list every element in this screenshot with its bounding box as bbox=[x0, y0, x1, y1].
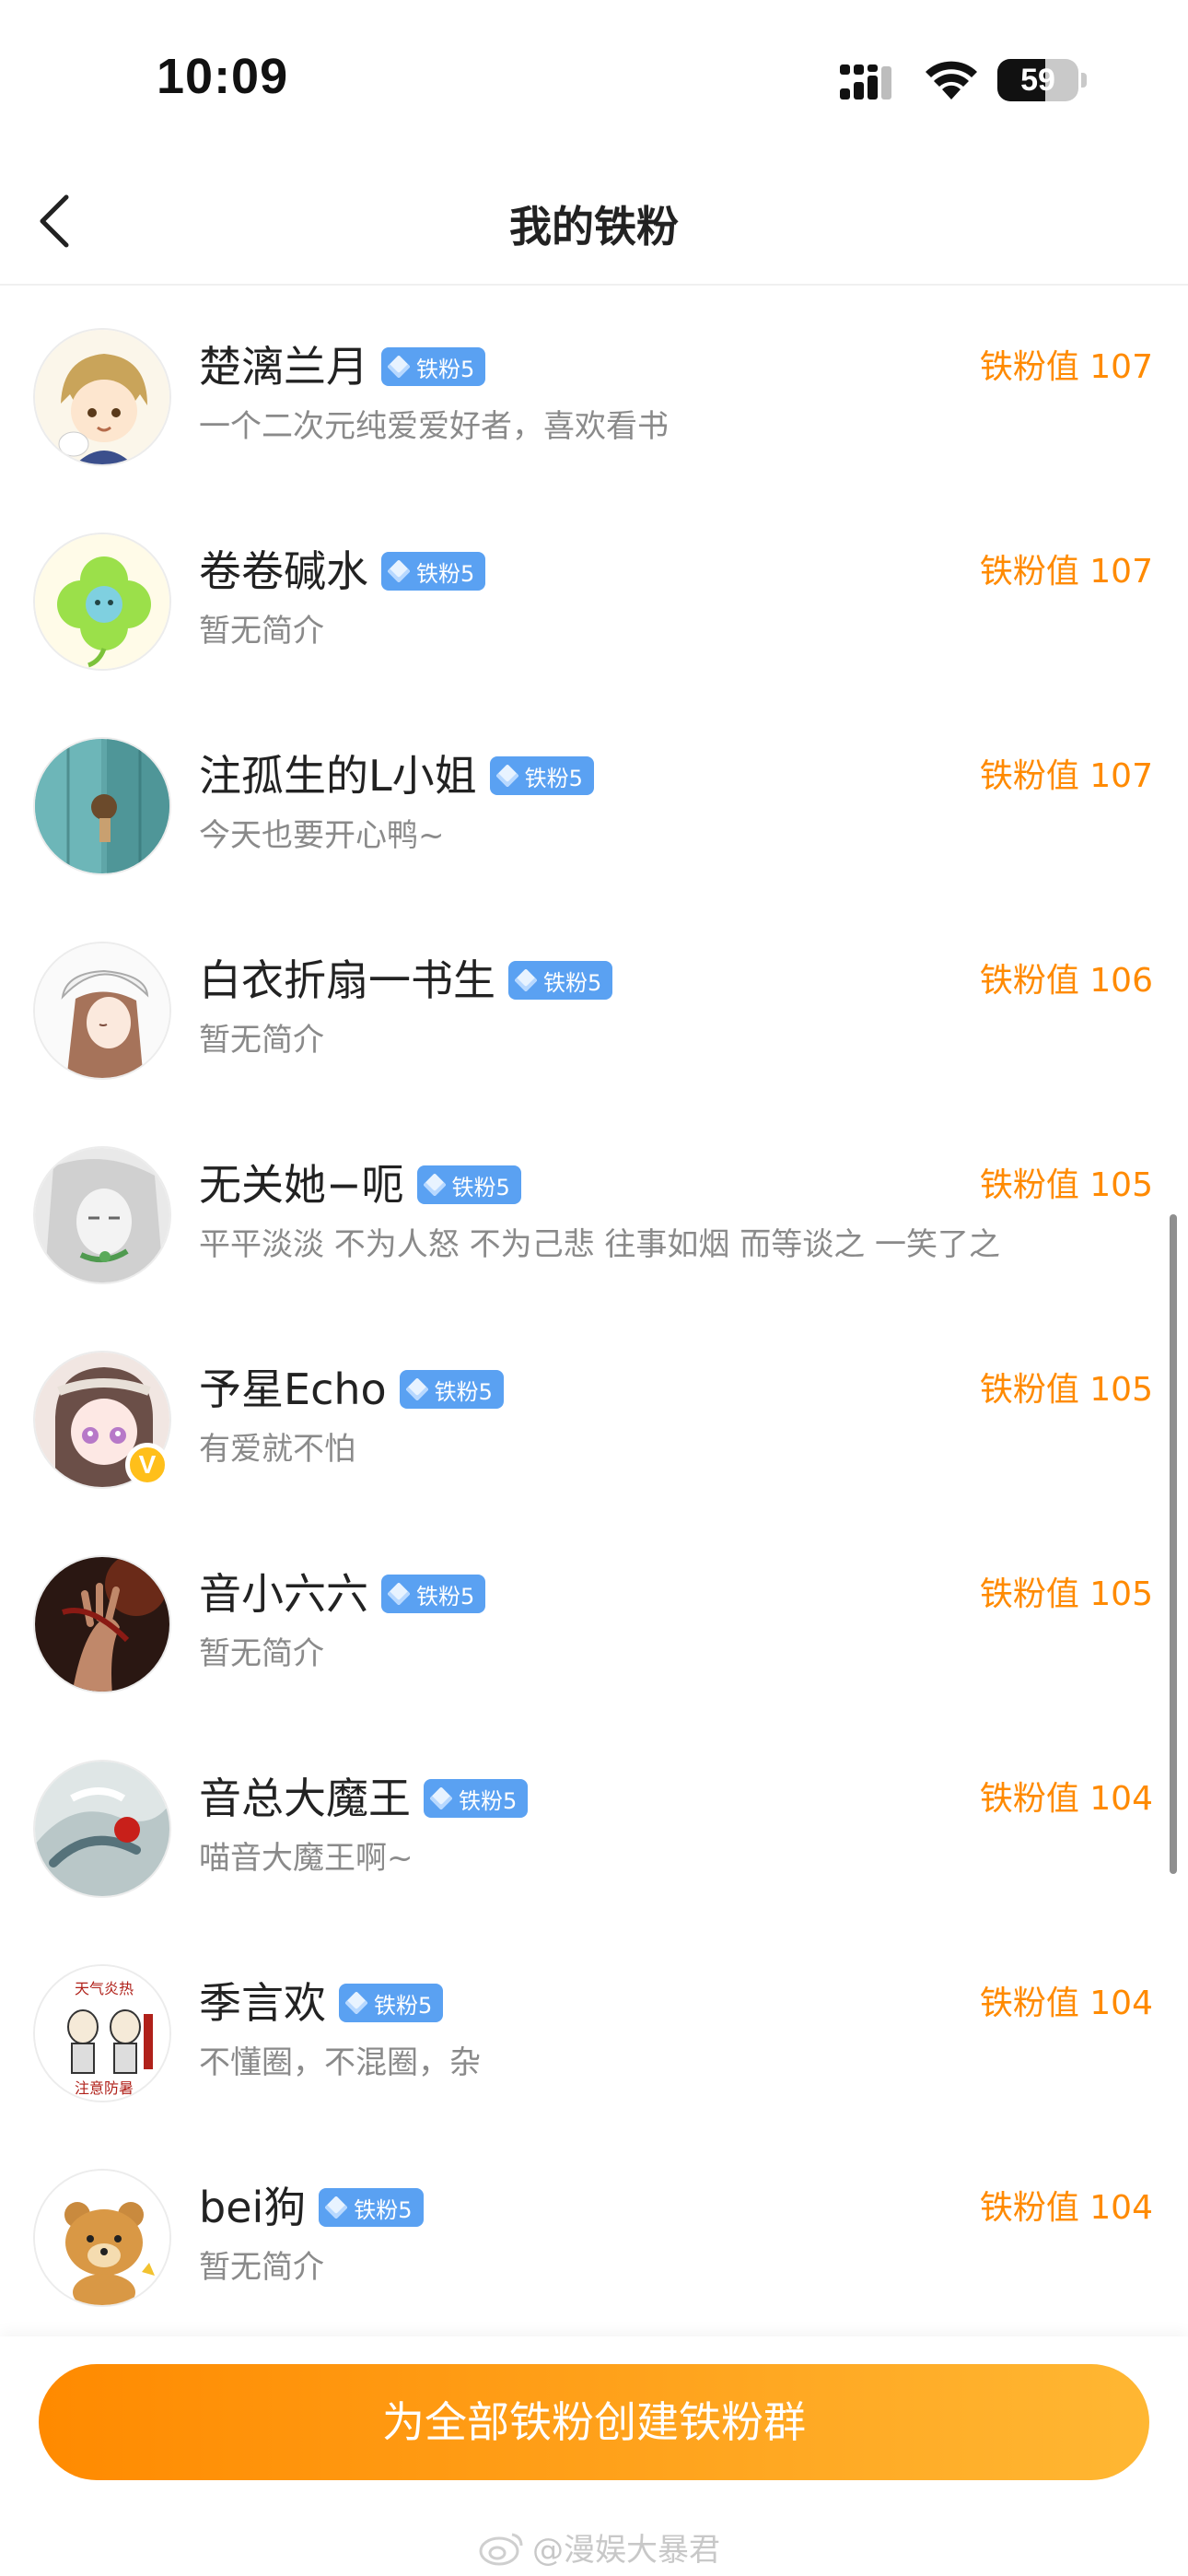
fan-level-badge: 铁粉5 bbox=[508, 961, 613, 1000]
fan-bio: 一个二次元纯爱爱好者，喜欢看书 bbox=[199, 408, 669, 445]
fan-level-badge: 铁粉5 bbox=[339, 1984, 444, 2022]
diamond-icon bbox=[344, 1991, 368, 2015]
fan-bio: 平平淡淡 不为人怒 不为己悲 往事如烟 而等谈之 一笑了之 bbox=[199, 1226, 1001, 1263]
svg-text:天气炎热: 天气炎热 bbox=[75, 1980, 134, 1997]
grey-sketch-avatar-icon[interactable] bbox=[33, 1146, 171, 1284]
summer-heat-avatar-icon[interactable]: 天气炎热 注意防暑 bbox=[33, 1964, 171, 2102]
fan-list-item[interactable]: 注孤生的L小姐 铁粉5 今天也要开心鸭~ 铁粉值 107 bbox=[0, 697, 1188, 901]
fan-value: 铁粉值 105 bbox=[979, 1166, 1153, 1204]
bear-avatar-icon[interactable] bbox=[33, 2169, 171, 2307]
fan-level-badge: 铁粉5 bbox=[424, 1779, 529, 1818]
fan-value: 铁粉值 106 bbox=[979, 962, 1153, 1000]
fan-name: 季言欢 bbox=[199, 1978, 326, 2028]
diamond-icon bbox=[387, 559, 411, 583]
navigation-bar: 我的铁粉 bbox=[0, 157, 1188, 286]
bottom-action-bar: 为全部铁粉创建铁粉群 @漫娱大暴君 bbox=[0, 2336, 1188, 2576]
clover-avatar-icon[interactable] bbox=[33, 533, 171, 671]
fan-list-item[interactable]: bei狗 铁粉5 暂无简介 铁粉值 104 bbox=[0, 2128, 1188, 2333]
fan-bio: 暂无简介 bbox=[199, 1022, 324, 1059]
fan-name: 白衣折扇一书生 bbox=[199, 955, 495, 1005]
fan-value: 铁粉值 105 bbox=[979, 1575, 1153, 1613]
fan-name: 卷卷碱水 bbox=[199, 546, 368, 596]
fan-bio: 暂无简介 bbox=[199, 1635, 324, 1672]
fan-value: 铁粉值 104 bbox=[979, 2189, 1153, 2227]
watermark: @漫娱大暴君 bbox=[479, 2524, 720, 2570]
status-bar: 10:09 59 bbox=[0, 0, 1188, 157]
fan-name: 予星Echo bbox=[199, 1364, 387, 1414]
fan-value: 铁粉值 107 bbox=[979, 757, 1153, 795]
fan-name: 注孤生的L小姐 bbox=[199, 751, 477, 801]
sketch-girl-avatar-icon[interactable] bbox=[33, 942, 171, 1080]
diamond-icon bbox=[387, 355, 411, 379]
fan-bio: 喵音大魔王啊~ bbox=[199, 1840, 413, 1877]
fan-value: 铁粉值 105 bbox=[979, 1371, 1153, 1409]
dark-hands-avatar-icon[interactable] bbox=[33, 1555, 171, 1693]
battery-percentage: 59 bbox=[1020, 63, 1055, 98]
weibo-logo-icon bbox=[479, 2533, 523, 2565]
fan-list-item[interactable]: V 予星Echo 铁粉5 有爱就不怕 铁粉值 105 bbox=[0, 1310, 1188, 1515]
fan-list-item[interactable]: 无关她−呃 铁粉5 平平淡淡 不为人怒 不为己悲 往事如烟 而等谈之 一笑了之 … bbox=[0, 1106, 1188, 1310]
fan-name: bei狗 bbox=[199, 2183, 307, 2232]
fan-bio: 暂无简介 bbox=[199, 613, 324, 650]
fan-value: 铁粉值 107 bbox=[979, 553, 1153, 591]
diamond-icon bbox=[387, 1582, 411, 1606]
fan-bio: 不懂圈，不混圈，杂 bbox=[199, 2044, 481, 2081]
fan-level-badge: 铁粉5 bbox=[399, 1370, 504, 1409]
fan-list: 楚漓兰月 铁粉5 一个二次元纯爱爱好者，喜欢看书 铁粉值 107 卷卷碱水 铁粉… bbox=[0, 287, 1188, 2333]
diamond-icon bbox=[404, 1377, 429, 1401]
teal-door-avatar-icon[interactable] bbox=[33, 737, 171, 875]
fan-level-badge: 铁粉5 bbox=[381, 1575, 486, 1613]
fan-level-badge: 铁粉5 bbox=[381, 347, 486, 386]
fan-bio: 有爱就不怕 bbox=[199, 1431, 355, 1468]
cellular-signal-icon bbox=[840, 64, 891, 100]
verified-badge-icon: V bbox=[125, 1443, 169, 1487]
battery-icon: 59 bbox=[997, 59, 1087, 101]
fan-value: 铁粉值 107 bbox=[979, 348, 1153, 386]
watermark-text: @漫娱大暴君 bbox=[532, 2532, 720, 2569]
anime-boy-avatar-icon[interactable] bbox=[33, 328, 171, 466]
fan-level-badge: 铁粉5 bbox=[319, 2188, 424, 2227]
diamond-icon bbox=[514, 968, 538, 992]
diamond-icon bbox=[324, 2195, 349, 2219]
svg-text:注意防暑: 注意防暑 bbox=[75, 2079, 134, 2097]
fans-page: 10:09 59 我的铁粉 楚漓兰月 铁粉5 一个二次元纯爱爱好者，喜欢看书 铁… bbox=[0, 0, 1188, 2576]
fan-list-item[interactable]: 音小六六 铁粉5 暂无简介 铁粉值 105 bbox=[0, 1515, 1188, 1719]
fan-name: 音总大魔王 bbox=[199, 1774, 411, 1823]
fan-list-item[interactable]: 白衣折扇一书生 铁粉5 暂无简介 铁粉值 106 bbox=[0, 901, 1188, 1106]
ink-painting-avatar-icon[interactable] bbox=[33, 1760, 171, 1898]
diamond-icon bbox=[495, 764, 519, 788]
fan-level-badge: 铁粉5 bbox=[489, 756, 594, 795]
fan-list-item[interactable]: 天气炎热 注意防暑 季言欢 铁粉5 不懂圈，不混圈，杂 铁粉值 104 bbox=[0, 1924, 1188, 2128]
fan-level-badge: 铁粉5 bbox=[381, 552, 486, 591]
scrollbar[interactable] bbox=[1170, 1214, 1177, 1874]
fan-list-item[interactable]: 音总大魔王 铁粉5 喵音大魔王啊~ 铁粉值 104 bbox=[0, 1719, 1188, 1924]
create-fan-group-button[interactable]: 为全部铁粉创建铁粉群 bbox=[39, 2364, 1149, 2480]
diamond-icon bbox=[429, 1786, 453, 1810]
diamond-icon bbox=[422, 1173, 447, 1197]
status-time: 10:09 bbox=[157, 49, 289, 104]
wifi-icon bbox=[926, 61, 977, 100]
fan-list-item[interactable]: 卷卷碱水 铁粉5 暂无简介 铁粉值 107 bbox=[0, 492, 1188, 697]
fan-bio: 暂无简介 bbox=[199, 2249, 324, 2286]
page-title: 我的铁粉 bbox=[509, 202, 679, 252]
fan-name: 楚漓兰月 bbox=[199, 342, 368, 392]
fan-name: 音小六六 bbox=[199, 1569, 368, 1619]
fan-value: 铁粉值 104 bbox=[979, 1780, 1153, 1818]
fan-bio: 今天也要开心鸭~ bbox=[199, 817, 445, 854]
fan-level-badge: 铁粉5 bbox=[416, 1165, 521, 1204]
fan-name: 无关她−呃 bbox=[199, 1160, 404, 1210]
fan-list-item[interactable]: 楚漓兰月 铁粉5 一个二次元纯爱爱好者，喜欢看书 铁粉值 107 bbox=[0, 287, 1188, 492]
fan-value: 铁粉值 104 bbox=[979, 1985, 1153, 2022]
